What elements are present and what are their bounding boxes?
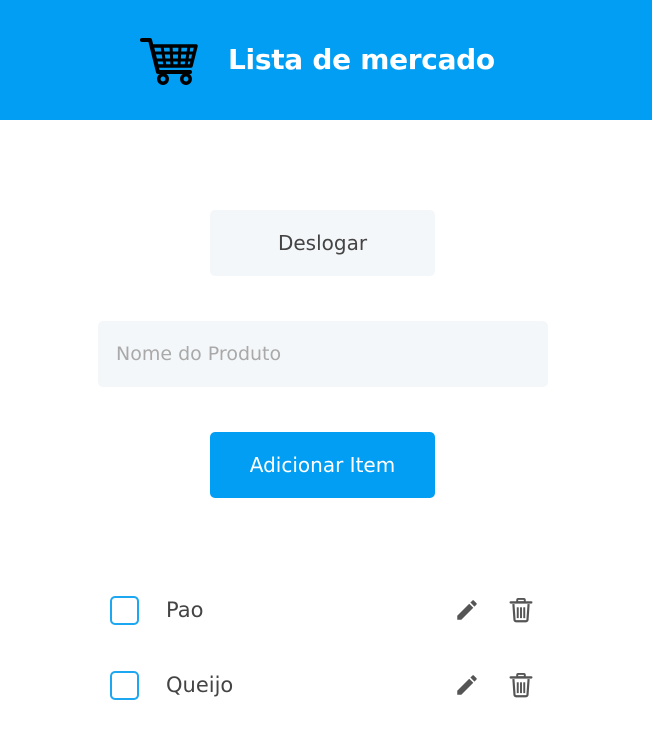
item-name: Pao bbox=[166, 598, 204, 622]
trash-icon[interactable] bbox=[508, 597, 534, 623]
pencil-icon[interactable] bbox=[454, 672, 480, 698]
list-item: Queijo bbox=[98, 665, 548, 705]
trash-icon[interactable] bbox=[508, 672, 534, 698]
pencil-icon[interactable] bbox=[454, 597, 480, 623]
item-name: Queijo bbox=[166, 673, 234, 697]
app-header: Lista de mercado bbox=[0, 0, 652, 120]
product-name-input[interactable] bbox=[98, 321, 548, 387]
add-item-button[interactable]: Adicionar Item bbox=[210, 432, 435, 498]
shopping-cart-icon bbox=[140, 38, 198, 85]
item-checkbox[interactable] bbox=[110, 596, 139, 625]
item-checkbox[interactable] bbox=[110, 671, 139, 700]
logout-button[interactable]: Deslogar bbox=[210, 210, 435, 276]
app-title: Lista de mercado bbox=[228, 43, 495, 76]
list-item: Pao bbox=[98, 590, 548, 630]
